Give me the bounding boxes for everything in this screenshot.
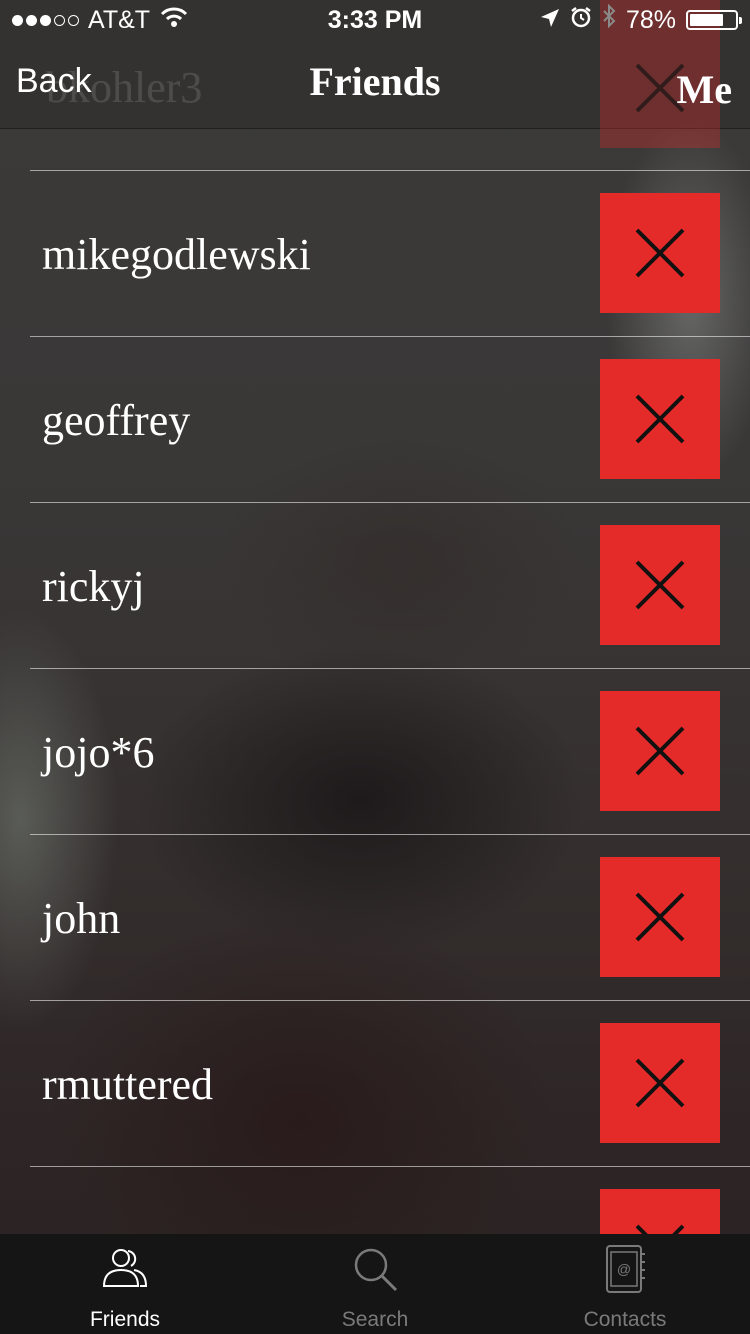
status-right-icons: 78% [540,0,742,40]
friend-row: rmuttered [30,1000,750,1167]
remove-friend-button[interactable] [600,359,720,479]
alarm-icon [570,0,592,40]
remove-friend-button[interactable] [600,525,720,645]
svg-text:@: @ [617,1261,631,1277]
friends-list[interactable]: mikegodlewski geoffrey rickyj jojo*6 joh… [0,128,750,1234]
friend-row: jojo*6 [30,668,750,835]
remove-friend-button[interactable] [600,857,720,977]
remove-friend-button[interactable] [600,193,720,313]
close-x-icon [635,228,685,278]
tab-label: Contacts [583,1308,667,1331]
tab-contacts[interactable]: @ Contacts [500,1234,750,1334]
friend-username: john [42,894,121,943]
battery-percent: 78% [625,6,676,34]
friends-icon [102,1249,148,1287]
status-bar: AT&T 3:33 PM 78% [0,0,750,40]
remove-friend-button[interactable] [600,1189,720,1234]
friend-row: rickyj [30,502,750,669]
contacts-icon: @ [606,1245,645,1293]
close-x-icon [635,560,685,610]
tab-search[interactable]: Search [250,1234,500,1334]
battery-level-fill [690,14,724,26]
friend-username: jojo*6 [42,728,155,777]
bluetooth-icon [602,0,616,40]
friend-row: mikegodlewski [30,170,750,337]
battery-icon [686,10,742,30]
tab-friends[interactable]: Friends [0,1234,250,1334]
friend-row-partial [30,1166,750,1234]
friend-username: geoffrey [42,396,191,445]
close-x-icon [635,726,685,776]
close-x-icon [635,1058,685,1108]
search-icon [354,1248,398,1292]
location-arrow-icon [540,0,560,40]
friend-username: mikegodlewski [42,230,311,279]
friend-row: john [30,834,750,1001]
friend-username: rickyj [42,562,145,611]
remove-friend-button[interactable] [600,691,720,811]
tab-label: Search [341,1308,409,1331]
me-button[interactable]: Me [676,66,732,113]
remove-friend-button[interactable] [600,1023,720,1143]
close-x-icon [635,892,685,942]
friend-row: geoffrey [30,336,750,503]
tab-label: Friends [89,1308,161,1331]
tab-bar: Friends Search @ Contacts [0,1234,750,1334]
close-x-icon [635,1224,685,1234]
friend-username: rmuttered [42,1060,214,1109]
close-x-icon [635,394,685,444]
